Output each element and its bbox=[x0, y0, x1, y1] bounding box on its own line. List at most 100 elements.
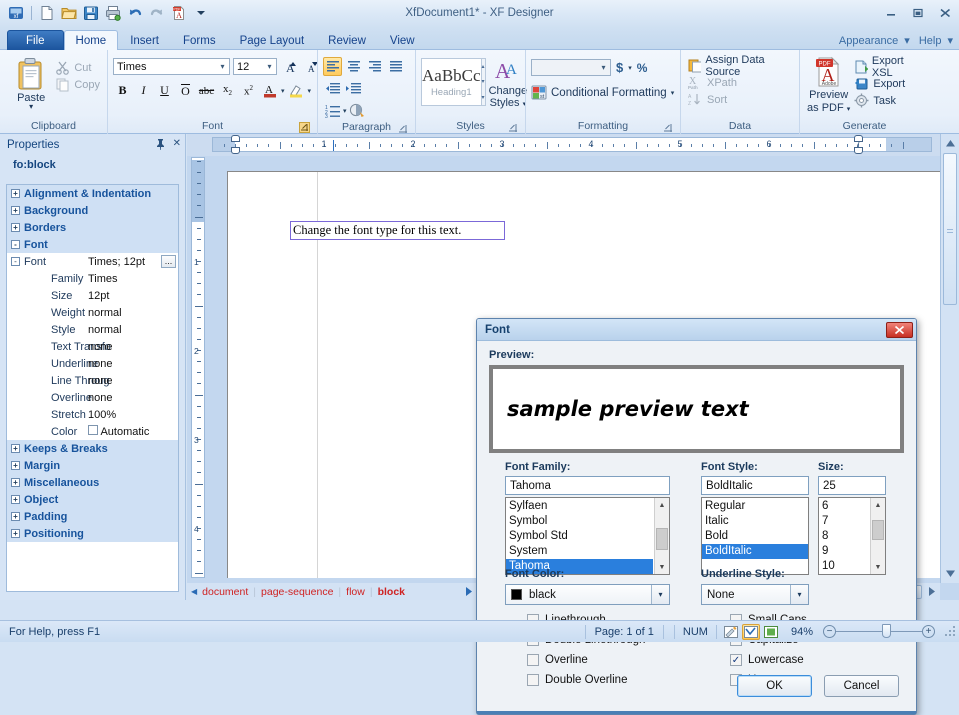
zoom-out-button[interactable]: − bbox=[823, 625, 836, 638]
increase-indent-button[interactable] bbox=[344, 79, 363, 98]
zoom-thumb[interactable] bbox=[882, 624, 891, 638]
property-row[interactable]: + Margin bbox=[7, 457, 178, 474]
currency-button[interactable]: $ bbox=[616, 60, 623, 75]
checkbox-checked-icon[interactable]: ✓ bbox=[730, 654, 742, 666]
tab-page-layout[interactable]: Page Layout bbox=[228, 30, 317, 50]
appearance-menu[interactable]: Appearance bbox=[839, 35, 898, 47]
font-style-listbox[interactable]: Regular Italic Bold BoldItalic bbox=[701, 497, 809, 575]
tab-insert[interactable]: Insert bbox=[118, 30, 171, 50]
expand-icon[interactable]: + bbox=[11, 529, 20, 538]
cut-button[interactable]: Cut bbox=[53, 59, 102, 76]
vertical-scrollbar[interactable] bbox=[940, 134, 959, 583]
expand-icon[interactable]: + bbox=[11, 512, 20, 521]
status-zoom-level[interactable]: 94% bbox=[785, 621, 819, 643]
font-family-scroll-thumb[interactable] bbox=[656, 528, 668, 550]
font-style-option[interactable]: Regular bbox=[702, 499, 808, 514]
font-family-option[interactable]: Sylfaen bbox=[506, 499, 653, 514]
right-indent-marker-bottom[interactable] bbox=[854, 147, 863, 154]
sort-button[interactable]: AZ Sort bbox=[686, 91, 729, 108]
style-gallery-scroller[interactable]: ▴ ▾ ▾ bbox=[481, 58, 486, 106]
font-family-option[interactable]: Symbol Std bbox=[506, 529, 653, 544]
checkbox-unchecked-icon[interactable] bbox=[527, 674, 539, 686]
size-listbox[interactable]: 6 7 8 9 10 ▲ ▼ bbox=[818, 497, 886, 575]
zoom-track[interactable] bbox=[836, 624, 922, 638]
align-right-button[interactable] bbox=[365, 57, 384, 76]
breadcrumb-item-flow[interactable]: flow bbox=[346, 586, 365, 598]
first-line-indent-marker[interactable] bbox=[231, 135, 240, 142]
expand-icon[interactable]: + bbox=[11, 189, 20, 198]
breadcrumb-item-document[interactable]: document bbox=[202, 586, 248, 598]
property-row[interactable]: + Positioning bbox=[7, 525, 178, 542]
numbering-button[interactable]: 123 bbox=[323, 101, 342, 120]
checkbox-double-overline[interactable]: Double Overline bbox=[527, 672, 677, 688]
paste-caret-icon[interactable]: ▾ bbox=[29, 103, 33, 111]
numbering-caret-icon[interactable]: ▾ bbox=[343, 107, 347, 115]
change-styles-button[interactable]: A A Change Styles ▾ bbox=[489, 58, 528, 111]
underline-style-dropdown[interactable]: None ▾ bbox=[701, 584, 809, 605]
expand-icon[interactable]: + bbox=[11, 206, 20, 215]
font-style-option[interactable]: Italic bbox=[702, 514, 808, 529]
style-gallery-item-heading1[interactable]: AaBbCc Heading1 bbox=[421, 58, 482, 106]
property-row[interactable]: Stretch 100% bbox=[7, 406, 178, 423]
overline-button[interactable]: O bbox=[176, 81, 195, 100]
style-more-icon[interactable]: ▾ bbox=[482, 90, 485, 105]
underline-button[interactable]: U bbox=[155, 81, 174, 100]
tab-file[interactable]: File bbox=[7, 30, 64, 50]
chevron-down-icon[interactable]: ▾ bbox=[790, 585, 808, 604]
close-button[interactable] bbox=[935, 4, 955, 22]
property-row[interactable]: Color Automatic bbox=[7, 423, 178, 440]
property-row[interactable]: Size 12pt bbox=[7, 287, 178, 304]
help-caret-icon[interactable]: ▾ bbox=[947, 35, 953, 47]
tab-home[interactable]: Home bbox=[63, 30, 119, 50]
expand-icon[interactable]: + bbox=[11, 444, 20, 453]
align-center-button[interactable] bbox=[344, 57, 363, 76]
formatting-dialog-launcher[interactable] bbox=[662, 122, 673, 133]
xpath-button[interactable]: X Path XPath bbox=[686, 74, 739, 91]
font-style-option[interactable]: BoldItalic bbox=[702, 544, 808, 559]
font-color-button[interactable]: A bbox=[260, 81, 279, 100]
preview-as-pdf-button[interactable]: PDF A Adobe Preview as PDF ▾ bbox=[805, 56, 852, 116]
checkbox-lowercase[interactable]: ✓ Lowercase bbox=[730, 652, 870, 668]
size-option[interactable]: 7 bbox=[819, 514, 869, 529]
scroll-down-arrow-icon[interactable] bbox=[942, 565, 959, 582]
color-checkbox[interactable] bbox=[88, 425, 98, 435]
superscript-button[interactable]: x2 bbox=[239, 81, 258, 100]
align-left-button[interactable] bbox=[323, 57, 342, 76]
breadcrumb-back-icon[interactable]: ◀ bbox=[191, 587, 197, 596]
checkbox-overline[interactable]: Overline bbox=[527, 652, 677, 668]
close-properties-icon[interactable]: ✕ bbox=[173, 138, 181, 153]
subscript-button[interactable]: x2 bbox=[218, 81, 237, 100]
expand-icon[interactable]: + bbox=[11, 461, 20, 470]
property-row[interactable]: Weight normal bbox=[7, 304, 178, 321]
export-xsl-button[interactable]: Export XSL bbox=[852, 55, 924, 79]
expand-icon[interactable]: + bbox=[11, 478, 20, 487]
decrease-indent-button[interactable] bbox=[323, 79, 342, 98]
tab-forms[interactable]: Forms bbox=[171, 30, 228, 50]
size-option[interactable]: 9 bbox=[819, 544, 869, 559]
vertical-scroll-thumb[interactable] bbox=[943, 153, 957, 305]
pin-icon[interactable] bbox=[155, 138, 166, 153]
checkbox-unchecked-icon[interactable] bbox=[527, 654, 539, 666]
expand-icon[interactable]: + bbox=[11, 223, 20, 232]
style-scroll-up-icon[interactable]: ▴ bbox=[482, 59, 485, 74]
strikethrough-button[interactable]: abc bbox=[197, 81, 216, 100]
hscroll-right-arrow-icon[interactable] bbox=[923, 583, 940, 600]
zoom-in-button[interactable]: + bbox=[922, 625, 935, 638]
left-indent-marker[interactable] bbox=[231, 147, 240, 154]
property-row[interactable]: + Background bbox=[7, 202, 178, 219]
list-scroll-up-icon[interactable]: ▲ bbox=[871, 498, 885, 512]
property-row[interactable]: Family Times bbox=[7, 270, 178, 287]
bold-button[interactable]: B bbox=[113, 81, 132, 100]
property-row[interactable]: + Object bbox=[7, 491, 178, 508]
conditional-formatting-caret-icon[interactable]: ▾ bbox=[671, 89, 675, 97]
size-scroll-thumb[interactable] bbox=[872, 520, 884, 540]
size-option[interactable]: 6 bbox=[819, 499, 869, 514]
list-scroll-down-icon[interactable]: ▼ bbox=[871, 560, 885, 574]
list-scroll-up-icon[interactable]: ▲ bbox=[655, 498, 669, 512]
font-family-option[interactable]: Symbol bbox=[506, 514, 653, 529]
number-format-combo[interactable]: ▾ bbox=[531, 59, 611, 76]
percent-button[interactable]: % bbox=[637, 61, 648, 75]
shading-button[interactable] bbox=[348, 101, 367, 120]
paste-button[interactable]: Paste ▾ bbox=[9, 57, 53, 111]
property-row[interactable]: - Font Times; 12pt... bbox=[7, 253, 178, 270]
